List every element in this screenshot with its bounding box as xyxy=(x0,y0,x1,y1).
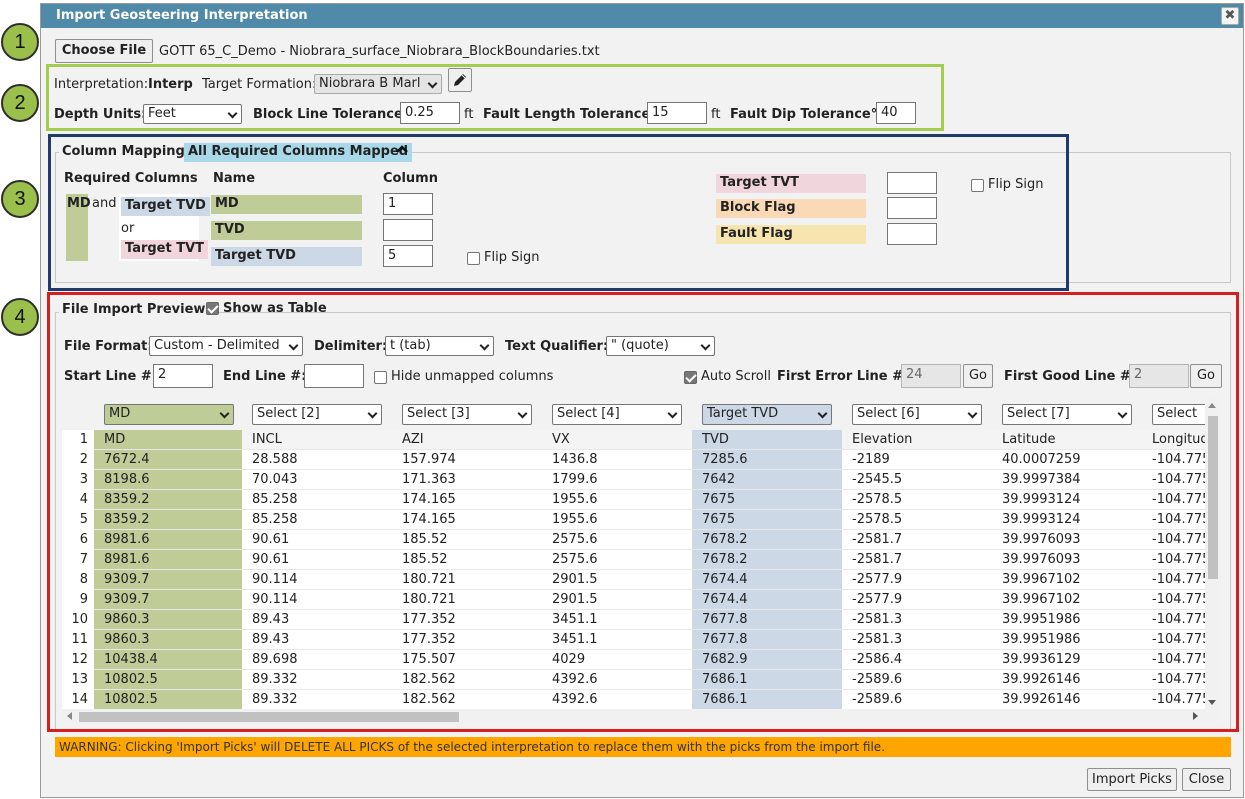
dialog-title: Import Geosteering Interpretation xyxy=(56,8,308,23)
callout-4: 4 xyxy=(1,298,39,336)
callout-2: 2 xyxy=(1,84,39,122)
annotation-box-4 xyxy=(47,292,1239,732)
close-icon[interactable]: ✖ xyxy=(1221,7,1239,25)
import-picks-button[interactable]: Import Picks xyxy=(1087,768,1177,791)
dialog-titlebar[interactable]: Import Geosteering Interpretation ✖ xyxy=(41,4,1243,28)
import-warning-banner: WARNING: Clicking 'Import Picks' will DE… xyxy=(55,737,1231,757)
close-button[interactable]: Close xyxy=(1182,768,1231,791)
file-name: GOTT 65_C_Demo - Niobrara_surface_Niobra… xyxy=(159,44,600,59)
annotation-box-3 xyxy=(48,134,1069,291)
choose-file-button[interactable]: Choose File xyxy=(55,39,153,63)
annotation-box-2 xyxy=(46,64,944,131)
callout-3: 3 xyxy=(1,180,39,218)
callout-1: 1 xyxy=(1,23,39,61)
